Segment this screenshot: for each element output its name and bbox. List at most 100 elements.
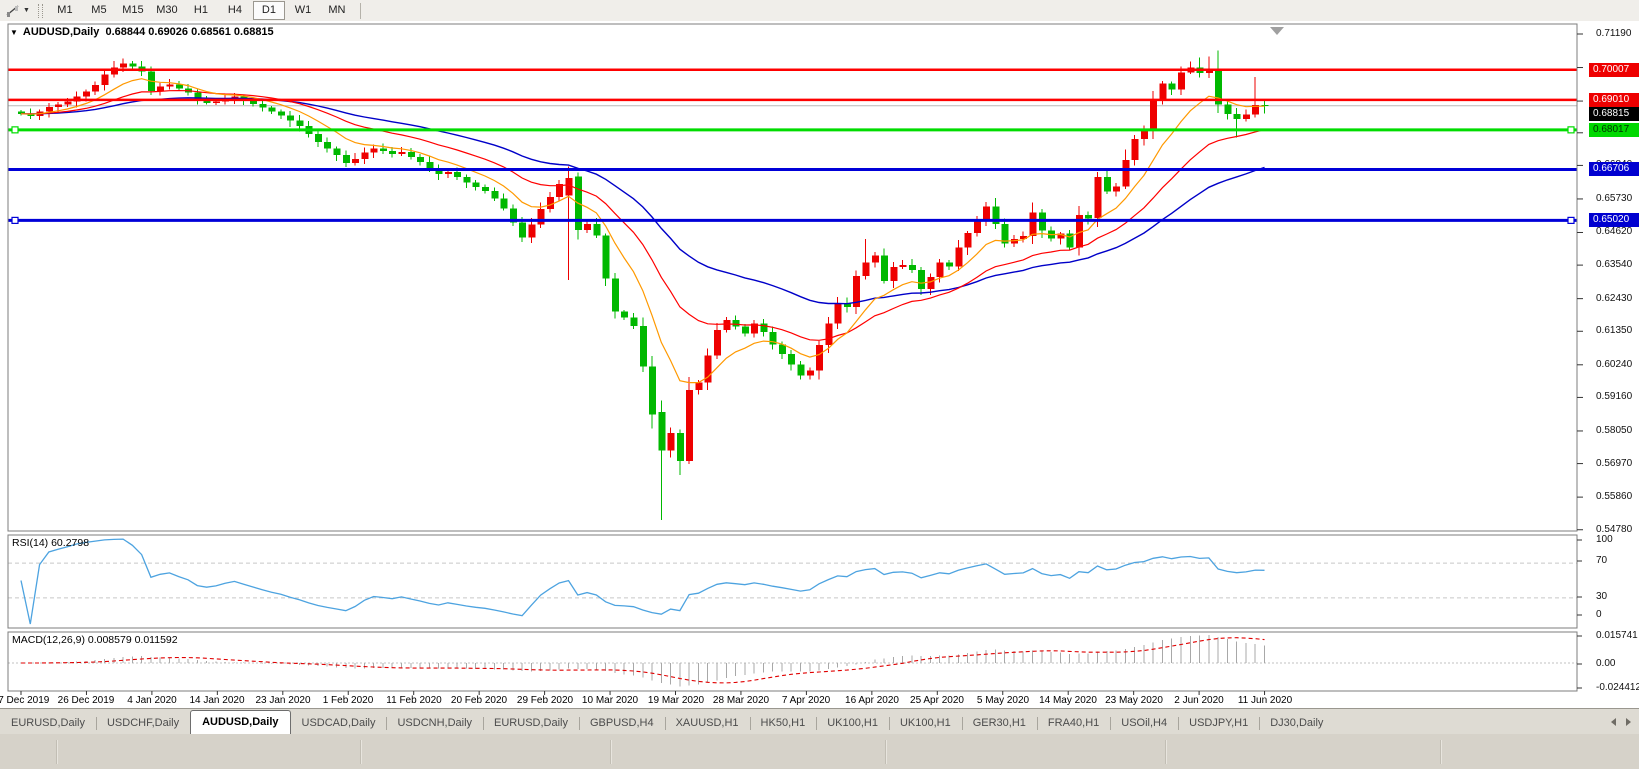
tab-gbpusd-h4[interactable]: GBPUSD,H4 bbox=[579, 713, 665, 734]
tab-usdjpy-h1[interactable]: USDJPY,H1 bbox=[1178, 713, 1259, 734]
candle-body bbox=[1122, 160, 1129, 186]
candle-body bbox=[862, 263, 869, 276]
candle-body bbox=[677, 433, 684, 461]
candle-body bbox=[315, 134, 322, 142]
candle-body bbox=[742, 327, 749, 334]
hline-price-label: 0.70007 bbox=[1589, 63, 1639, 77]
candle-body bbox=[1169, 84, 1176, 90]
candle-body bbox=[1132, 139, 1139, 160]
rsi-axis-label: 100 bbox=[1596, 534, 1613, 545]
chart-shift-marker-icon bbox=[1270, 27, 1284, 35]
candle-body bbox=[204, 101, 211, 103]
tab-eurusd-daily[interactable]: EURUSD,Daily bbox=[0, 713, 96, 734]
tab-usdcnh-daily[interactable]: USDCNH,Daily bbox=[386, 713, 483, 734]
candle-body bbox=[816, 345, 823, 371]
tab-fra40-h1[interactable]: FRA40,H1 bbox=[1037, 713, 1110, 734]
triangle-down-icon[interactable]: ▼ bbox=[10, 28, 18, 37]
tab-usoil-h4[interactable]: USOil,H4 bbox=[1110, 713, 1178, 734]
candle-body bbox=[389, 151, 396, 154]
candle-body bbox=[46, 107, 53, 112]
candle-body bbox=[120, 63, 127, 67]
price-tick-label: 0.56970 bbox=[1596, 458, 1632, 469]
candle-body bbox=[417, 157, 424, 162]
price-tick-label: 0.55860 bbox=[1596, 491, 1632, 502]
candle-body bbox=[491, 191, 498, 199]
hline-handle[interactable] bbox=[12, 127, 18, 133]
candle-body bbox=[881, 256, 888, 281]
price-tick-label: 0.59160 bbox=[1596, 391, 1632, 402]
tabs-scroll-right-icon[interactable] bbox=[1626, 718, 1631, 726]
candle-body bbox=[213, 102, 220, 104]
candle-body bbox=[872, 256, 879, 263]
chart-ohlc-values: 0.68844 0.69026 0.68561 0.68815 bbox=[105, 26, 273, 38]
hline-handle[interactable] bbox=[1568, 127, 1574, 133]
tab-ger30-h1[interactable]: GER30,H1 bbox=[962, 713, 1037, 734]
candle-body bbox=[454, 172, 461, 177]
tab-usdcad-daily[interactable]: USDCAD,Daily bbox=[291, 713, 387, 734]
chart-symbol-label: AUDUSD,Daily bbox=[23, 26, 99, 38]
candle-body bbox=[1011, 239, 1018, 244]
price-tick-label: 0.60240 bbox=[1596, 359, 1632, 370]
candle-body bbox=[334, 148, 341, 155]
candle-body bbox=[909, 265, 916, 270]
tab-hk50-h1[interactable]: HK50,H1 bbox=[750, 713, 817, 734]
macd-indicator-label: MACD(12,26,9) 0.008579 0.011592 bbox=[12, 634, 178, 646]
hline-price-label: 0.69010 bbox=[1589, 93, 1639, 107]
candle-body bbox=[1085, 215, 1092, 219]
tab-audusd-daily[interactable]: AUDUSD,Daily bbox=[190, 710, 290, 734]
tab-eurusd-daily[interactable]: EURUSD,Daily bbox=[483, 713, 579, 734]
candle-body bbox=[788, 354, 795, 365]
candle-body bbox=[538, 209, 545, 225]
tab-uk100-h1[interactable]: UK100,H1 bbox=[889, 713, 962, 734]
candle-body bbox=[166, 84, 173, 86]
candle-body bbox=[278, 112, 285, 116]
current-price-label: 0.68815 bbox=[1589, 107, 1639, 121]
candle-body bbox=[463, 177, 470, 182]
candle-body bbox=[1243, 115, 1250, 119]
candle-body bbox=[649, 367, 656, 415]
candle-body bbox=[640, 326, 647, 366]
tab-usdchf-daily[interactable]: USDCHF,Daily bbox=[96, 713, 190, 734]
tabs-scroll-left-icon[interactable] bbox=[1611, 718, 1616, 726]
candle-body bbox=[733, 320, 740, 327]
candle-body bbox=[83, 92, 90, 97]
chart-plot bbox=[0, 0, 1639, 769]
candle-body bbox=[621, 312, 628, 318]
macd-axis-label: 0.015741 bbox=[1596, 630, 1638, 641]
candle-body bbox=[287, 115, 294, 120]
tab-dj30-daily[interactable]: DJ30,Daily bbox=[1259, 713, 1334, 734]
candle-body bbox=[798, 364, 805, 375]
candle-body bbox=[937, 263, 944, 277]
macd-histogram bbox=[21, 635, 1265, 686]
candle-body bbox=[983, 206, 990, 219]
candle-body bbox=[1104, 177, 1111, 191]
price-tick-label: 0.65730 bbox=[1596, 193, 1632, 204]
candle-body bbox=[157, 87, 164, 92]
tab-uk100-h1[interactable]: UK100,H1 bbox=[816, 713, 889, 734]
date-label: 11 Jun 2020 bbox=[1223, 695, 1307, 706]
hline-price-label: 0.65020 bbox=[1589, 213, 1639, 227]
candle-body bbox=[890, 267, 897, 281]
hline-handle[interactable] bbox=[1568, 217, 1574, 223]
candle-body bbox=[593, 224, 600, 235]
candle-body bbox=[1234, 114, 1241, 119]
candle-body bbox=[129, 63, 136, 66]
chart-title: ▼ AUDUSD,Daily 0.68844 0.69026 0.68561 0.… bbox=[10, 26, 274, 38]
candle-body bbox=[965, 233, 972, 248]
candle-body bbox=[1224, 105, 1231, 114]
candle-body bbox=[296, 121, 303, 126]
tab-xauusd-h1[interactable]: XAUUSD,H1 bbox=[665, 713, 750, 734]
candle-body bbox=[695, 383, 702, 391]
macd-panel-border bbox=[8, 632, 1577, 691]
candle-body bbox=[955, 248, 962, 267]
candle-body bbox=[176, 84, 183, 88]
candle-body bbox=[835, 303, 842, 324]
candle-body bbox=[473, 182, 480, 187]
rsi-indicator-label: RSI(14) 60.2798 bbox=[12, 537, 89, 549]
hline-price-label: 0.68017 bbox=[1589, 123, 1639, 137]
hline-handle[interactable] bbox=[12, 217, 18, 223]
candle-body bbox=[501, 198, 508, 208]
candle-body bbox=[528, 225, 535, 238]
candle-body bbox=[445, 172, 452, 174]
rsi-axis-label: 70 bbox=[1596, 555, 1607, 566]
